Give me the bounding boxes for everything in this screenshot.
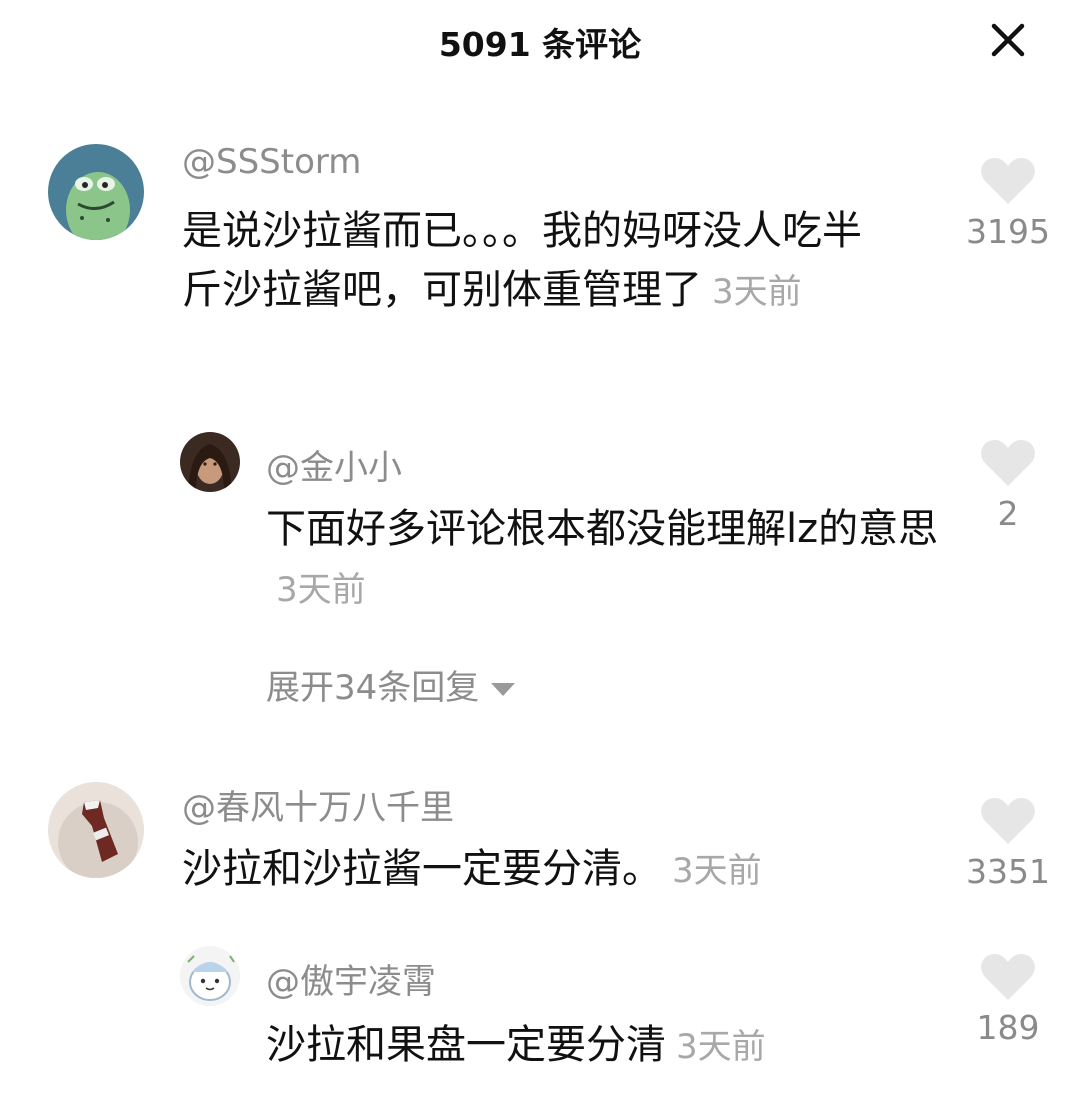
green-frog-avatar[interactable] (48, 144, 144, 240)
like-button[interactable]: 189 (958, 952, 1058, 1047)
like-button[interactable]: 2 (958, 438, 1058, 533)
expand-replies-button[interactable]: 展开34条回复 (266, 660, 516, 709)
comment-text: 是说沙拉酱而已。。。我的妈呀没人吃半斤沙拉酱吧，可别体重管理了 3天前 (182, 202, 872, 322)
heart-icon (981, 798, 1035, 844)
comment-time: 3天前 (672, 851, 762, 891)
like-count: 3351 (966, 852, 1050, 891)
comment-username[interactable]: @春风十万八千里 (182, 780, 454, 829)
heart-icon (981, 158, 1035, 204)
heart-icon (981, 954, 1035, 1000)
reply-username[interactable]: @傲宇凌霄 (266, 954, 436, 1003)
comment-time: 3天前 (712, 272, 802, 312)
reply-time: 3天前 (676, 1027, 766, 1067)
caret-down-icon (491, 683, 516, 696)
reply-username[interactable]: @金小小 (266, 440, 402, 489)
cartoon-character-avatar[interactable] (180, 946, 240, 1006)
like-count: 189 (976, 1008, 1040, 1047)
woman-portrait-avatar[interactable] (180, 432, 240, 492)
reply-time: 3天前 (276, 570, 366, 610)
close-icon[interactable] (984, 16, 1032, 64)
comments-header: 5091 条评论 (0, 0, 1080, 84)
like-button[interactable]: 3351 (958, 796, 1058, 891)
heart-icon (981, 440, 1035, 486)
comment-count-title: 5091 条评论 (438, 25, 642, 64)
comment-text: 沙拉和沙拉酱一定要分清。 3天前 (182, 840, 902, 901)
comment-username[interactable]: @SSStorm (182, 142, 361, 182)
like-button[interactable]: 3195 (958, 156, 1058, 251)
reply-body: 下面好多评论根本都没能理解lz的意思 (266, 506, 939, 552)
expand-replies-label: 展开34条回复 (266, 668, 480, 708)
cola-bottle-avatar[interactable] (48, 782, 144, 878)
comment-body: 沙拉和沙拉酱一定要分清。 (182, 846, 662, 892)
like-count: 3195 (966, 212, 1050, 251)
like-count: 2 (997, 494, 1019, 533)
reply-text: 沙拉和果盘一定要分清 3天前 (266, 1016, 946, 1077)
reply-text: 下面好多评论根本都没能理解lz的意思 3天前 (266, 500, 946, 620)
reply-body: 沙拉和果盘一定要分清 (266, 1022, 666, 1068)
